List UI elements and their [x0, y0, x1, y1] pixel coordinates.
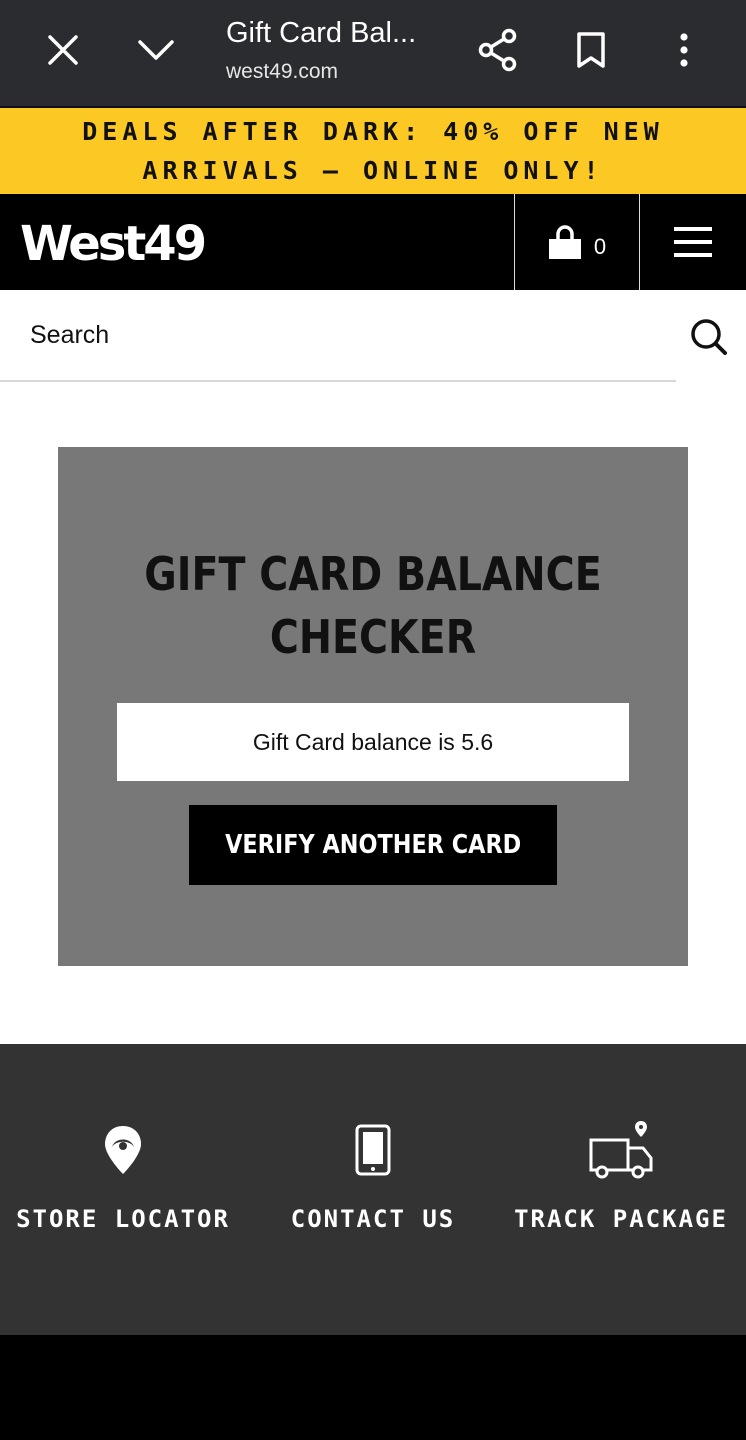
chevron-down-icon — [138, 40, 174, 60]
footer-item-label: CONTACT US — [290, 1205, 456, 1233]
share-button[interactable] — [466, 18, 530, 82]
share-icon — [478, 28, 517, 72]
tab-switcher-button[interactable] — [124, 18, 188, 82]
cart-button[interactable]: 0 — [515, 194, 639, 290]
location-pin-icon — [105, 1126, 141, 1174]
bookmark-icon — [577, 32, 605, 68]
hamburger-menu-icon — [674, 227, 712, 257]
site-logo[interactable]: West49 — [20, 210, 260, 274]
svg-text:West49: West49 — [20, 216, 205, 272]
promo-text: DEALS AFTER DARK: 40% OFF NEW ARRIVALS —… — [82, 117, 664, 185]
delivery-truck-icon — [589, 1121, 653, 1179]
page-url[interactable]: west49.com — [226, 58, 338, 86]
verify-button-label: VERIFY ANOTHER CARD — [224, 830, 522, 860]
browser-toolbar: Gift Card Bal... west49.com — [0, 0, 746, 106]
shopping-bag-icon — [548, 225, 581, 259]
menu-button[interactable] — [640, 194, 746, 290]
cart-count: 0 — [593, 234, 607, 259]
promo-banner[interactable]: DEALS AFTER DARK: 40% OFF NEW ARRIVALS —… — [0, 106, 746, 194]
verify-another-card-button[interactable]: VERIFY ANOTHER CARD — [189, 805, 557, 885]
gift-card-panel: GIFT CARD BALANCE CHECKER Gift Card bala… — [58, 447, 688, 966]
footer-item-label: TRACK PACKAGE — [514, 1205, 728, 1233]
smartphone-icon — [355, 1124, 391, 1176]
west49-logo: West49 — [20, 216, 208, 272]
footer: STORE LOCATOR CONTACT US TRACK PACKAGE — [0, 1044, 746, 1335]
search-input[interactable] — [0, 290, 676, 382]
search-bar — [0, 290, 746, 384]
footer-contact-us[interactable]: CONTACT US — [263, 1110, 483, 1235]
page-title: Gift Card Bal... — [226, 17, 417, 49]
gift-card-title: GIFT CARD BALANCE CHECKER — [144, 547, 602, 664]
more-vert-icon — [680, 33, 688, 67]
close-tab-button[interactable] — [31, 18, 95, 82]
footer-track-package[interactable]: TRACK PACKAGE — [511, 1110, 731, 1235]
more-options-button[interactable] — [652, 18, 716, 82]
bookmark-button[interactable] — [559, 18, 623, 82]
main-content: GIFT CARD BALANCE CHECKER Gift Card bala… — [0, 384, 746, 1044]
site-header: West49 0 — [0, 194, 746, 290]
footer-item-label: STORE LOCATOR — [16, 1205, 230, 1233]
search-icon — [691, 319, 727, 355]
footer-store-locator[interactable]: STORE LOCATOR — [13, 1110, 233, 1235]
close-icon — [48, 35, 78, 65]
balance-result: Gift Card balance is 5.6 — [117, 703, 629, 781]
system-navigation-bar — [0, 1335, 746, 1440]
search-button[interactable] — [676, 290, 746, 384]
